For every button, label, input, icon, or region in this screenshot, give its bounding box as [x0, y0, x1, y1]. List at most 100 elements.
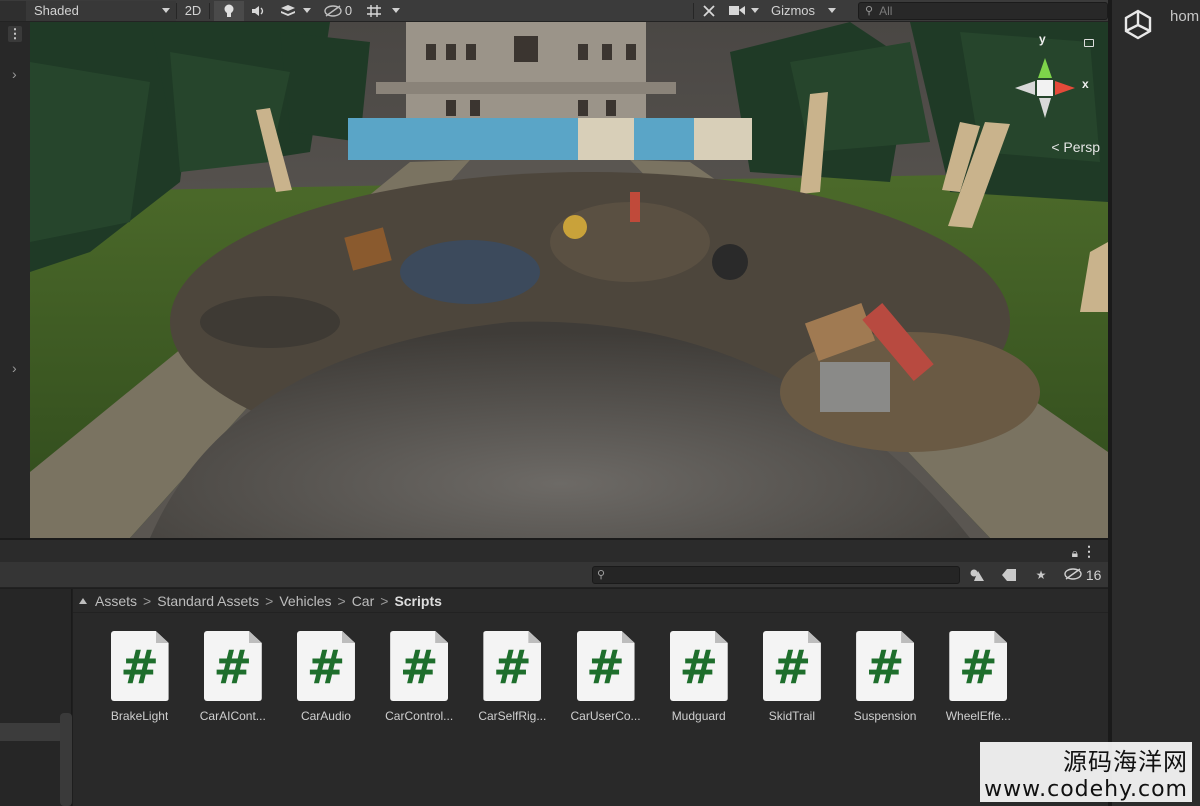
camera-dropdown[interactable]: [724, 1, 764, 21]
csharp-script-icon: #: [949, 631, 1008, 701]
asset-item[interactable]: # CarAICont...: [186, 631, 279, 723]
breadcrumb-item-scripts[interactable]: Scripts: [394, 593, 441, 609]
asset-label: CarUserCo...: [570, 709, 641, 723]
chevron-down-icon: [162, 8, 170, 13]
chevron-right-icon[interactable]: ›: [12, 66, 17, 82]
scene-visibility-button[interactable]: 0: [318, 1, 358, 21]
project-assets-area: Assets > Standard Assets > Vehicles > Ca…: [73, 589, 1108, 806]
asset-item[interactable]: # SkidTrail: [745, 631, 838, 723]
hierarchy-collapsed-strip: ⋮ › ›: [0, 22, 30, 538]
type-filter-icon: [970, 569, 984, 581]
chevron-down-icon: [303, 8, 311, 13]
search-by-label-button[interactable]: [998, 566, 1020, 584]
audio-toggle-button[interactable]: [244, 1, 274, 21]
collapse-arrow-icon[interactable]: [79, 597, 87, 604]
asset-label: Suspension: [853, 709, 917, 723]
projection-toggle[interactable]: < Persp: [1051, 139, 1100, 155]
scene-toolbar: Shaded 2D 0 Gizmos ⚲ All: [0, 0, 1108, 22]
lighting-toggle-button[interactable]: [214, 0, 244, 21]
inspector-panel: hom: [1108, 0, 1200, 806]
asset-label: BrakeLight: [110, 709, 169, 723]
label-tag-icon: [1002, 569, 1016, 581]
watermark: 源码海洋网 www.codehy.com: [980, 742, 1192, 802]
breadcrumb-item-vehicles[interactable]: Vehicles: [279, 593, 331, 609]
scene-viewport[interactable]: y x < Persp: [30, 22, 1108, 538]
scene-render: [30, 22, 1108, 538]
csharp-script-icon: #: [576, 631, 635, 701]
breadcrumb: Assets > Standard Assets > Vehicles > Ca…: [73, 589, 1108, 613]
panel-title: hom: [1170, 8, 1200, 25]
chevron-right-icon[interactable]: ›: [12, 360, 17, 376]
search-by-type-button[interactable]: [966, 566, 988, 584]
breadcrumb-item-assets[interactable]: Assets: [95, 593, 137, 609]
csharp-script-icon: #: [296, 631, 355, 701]
kebab-menu-icon[interactable]: ⋮: [8, 26, 22, 42]
lock-icon[interactable]: 🔒︎: [1072, 546, 1078, 561]
asset-item[interactable]: # CarAudio: [279, 631, 372, 723]
watermark-line-1: 源码海洋网: [1063, 748, 1188, 776]
chevron-down-icon: [751, 8, 759, 13]
asset-item[interactable]: # CarSelfRig...: [466, 631, 559, 723]
project-toolbar: ⚲ ★ 16: [0, 562, 1108, 588]
csharp-script-icon: #: [762, 631, 821, 701]
scene-search-input[interactable]: ⚲ All: [858, 1, 1108, 20]
hidden-packages-toggle[interactable]: 16: [1064, 567, 1101, 583]
shading-mode-dropdown[interactable]: Shaded: [26, 0, 176, 21]
hidden-object-count: 0: [344, 3, 353, 18]
tools-button[interactable]: [694, 1, 724, 21]
hidden-eye-icon: [324, 4, 342, 17]
camera-icon: [729, 6, 745, 15]
2d-toggle-button[interactable]: 2D: [177, 1, 209, 21]
csharp-script-icon: #: [483, 631, 542, 701]
favorite-button[interactable]: ★: [1030, 566, 1052, 584]
grid-icon: [367, 4, 381, 17]
asset-item[interactable]: # Mudguard: [652, 631, 745, 723]
asset-item[interactable]: # CarUserCo...: [559, 631, 652, 723]
csharp-script-icon: #: [110, 631, 169, 701]
kebab-menu-icon[interactable]: ⋮: [1082, 543, 1096, 560]
asset-item[interactable]: # CarControl...: [373, 631, 466, 723]
asset-item[interactable]: # Suspension: [839, 631, 932, 723]
asset-label: CarControl...: [385, 709, 454, 723]
asset-label: WheelEffe...: [945, 709, 1011, 723]
gizmo-y-label: y: [1039, 32, 1046, 46]
selected-folder-row[interactable]: [0, 723, 60, 741]
lightbulb-icon: [224, 4, 234, 17]
watermark-line-2: www.codehy.com: [984, 777, 1188, 802]
asset-label: Mudguard: [671, 709, 726, 723]
breadcrumb-separator: >: [337, 592, 346, 609]
gizmos-button[interactable]: Gizmos: [764, 1, 822, 21]
csharp-script-icon: #: [856, 631, 915, 701]
chevron-down-icon: [828, 8, 836, 13]
asset-label: CarAICont...: [199, 709, 266, 723]
csharp-script-icon: #: [390, 631, 449, 701]
asset-grid: # BrakeLight # CarAICont... # CarAudio #…: [93, 631, 1025, 723]
orientation-lock-icon[interactable]: [1084, 39, 1094, 47]
tools-icon: [703, 4, 715, 17]
breadcrumb-separator: >: [265, 592, 274, 609]
effects-dropdown[interactable]: [274, 1, 318, 21]
search-icon: ⚲: [597, 569, 606, 581]
breadcrumb-separator: >: [380, 592, 389, 609]
folder-tree-scrollbar[interactable]: [60, 713, 72, 806]
asset-label: SkidTrail: [768, 709, 816, 723]
star-icon: ★: [1035, 568, 1047, 582]
asset-item[interactable]: # BrakeLight: [93, 631, 186, 723]
project-panel-header: 🔒︎ ⋮: [0, 538, 1108, 562]
toolbar-left-stub[interactable]: [0, 0, 26, 21]
asset-label: CarSelfRig...: [478, 709, 547, 723]
search-placeholder: All: [879, 3, 893, 18]
breadcrumb-item-standard-assets[interactable]: Standard Assets: [157, 593, 259, 609]
breadcrumb-item-car[interactable]: Car: [352, 593, 375, 609]
grid-snap-dropdown[interactable]: [358, 1, 408, 21]
shading-mode-label: Shaded: [34, 3, 79, 18]
asset-item[interactable]: # WheelEffe...: [932, 631, 1025, 723]
asset-label: CarAudio: [300, 709, 351, 723]
gizmos-dropdown[interactable]: [822, 1, 842, 21]
csharp-script-icon: #: [669, 631, 728, 701]
project-search-input[interactable]: ⚲: [592, 566, 960, 584]
unity-logo-icon: [1124, 9, 1152, 40]
divider: [209, 2, 210, 19]
chevron-down-icon: [392, 8, 400, 13]
hidden-packages-count: 16: [1085, 567, 1102, 583]
